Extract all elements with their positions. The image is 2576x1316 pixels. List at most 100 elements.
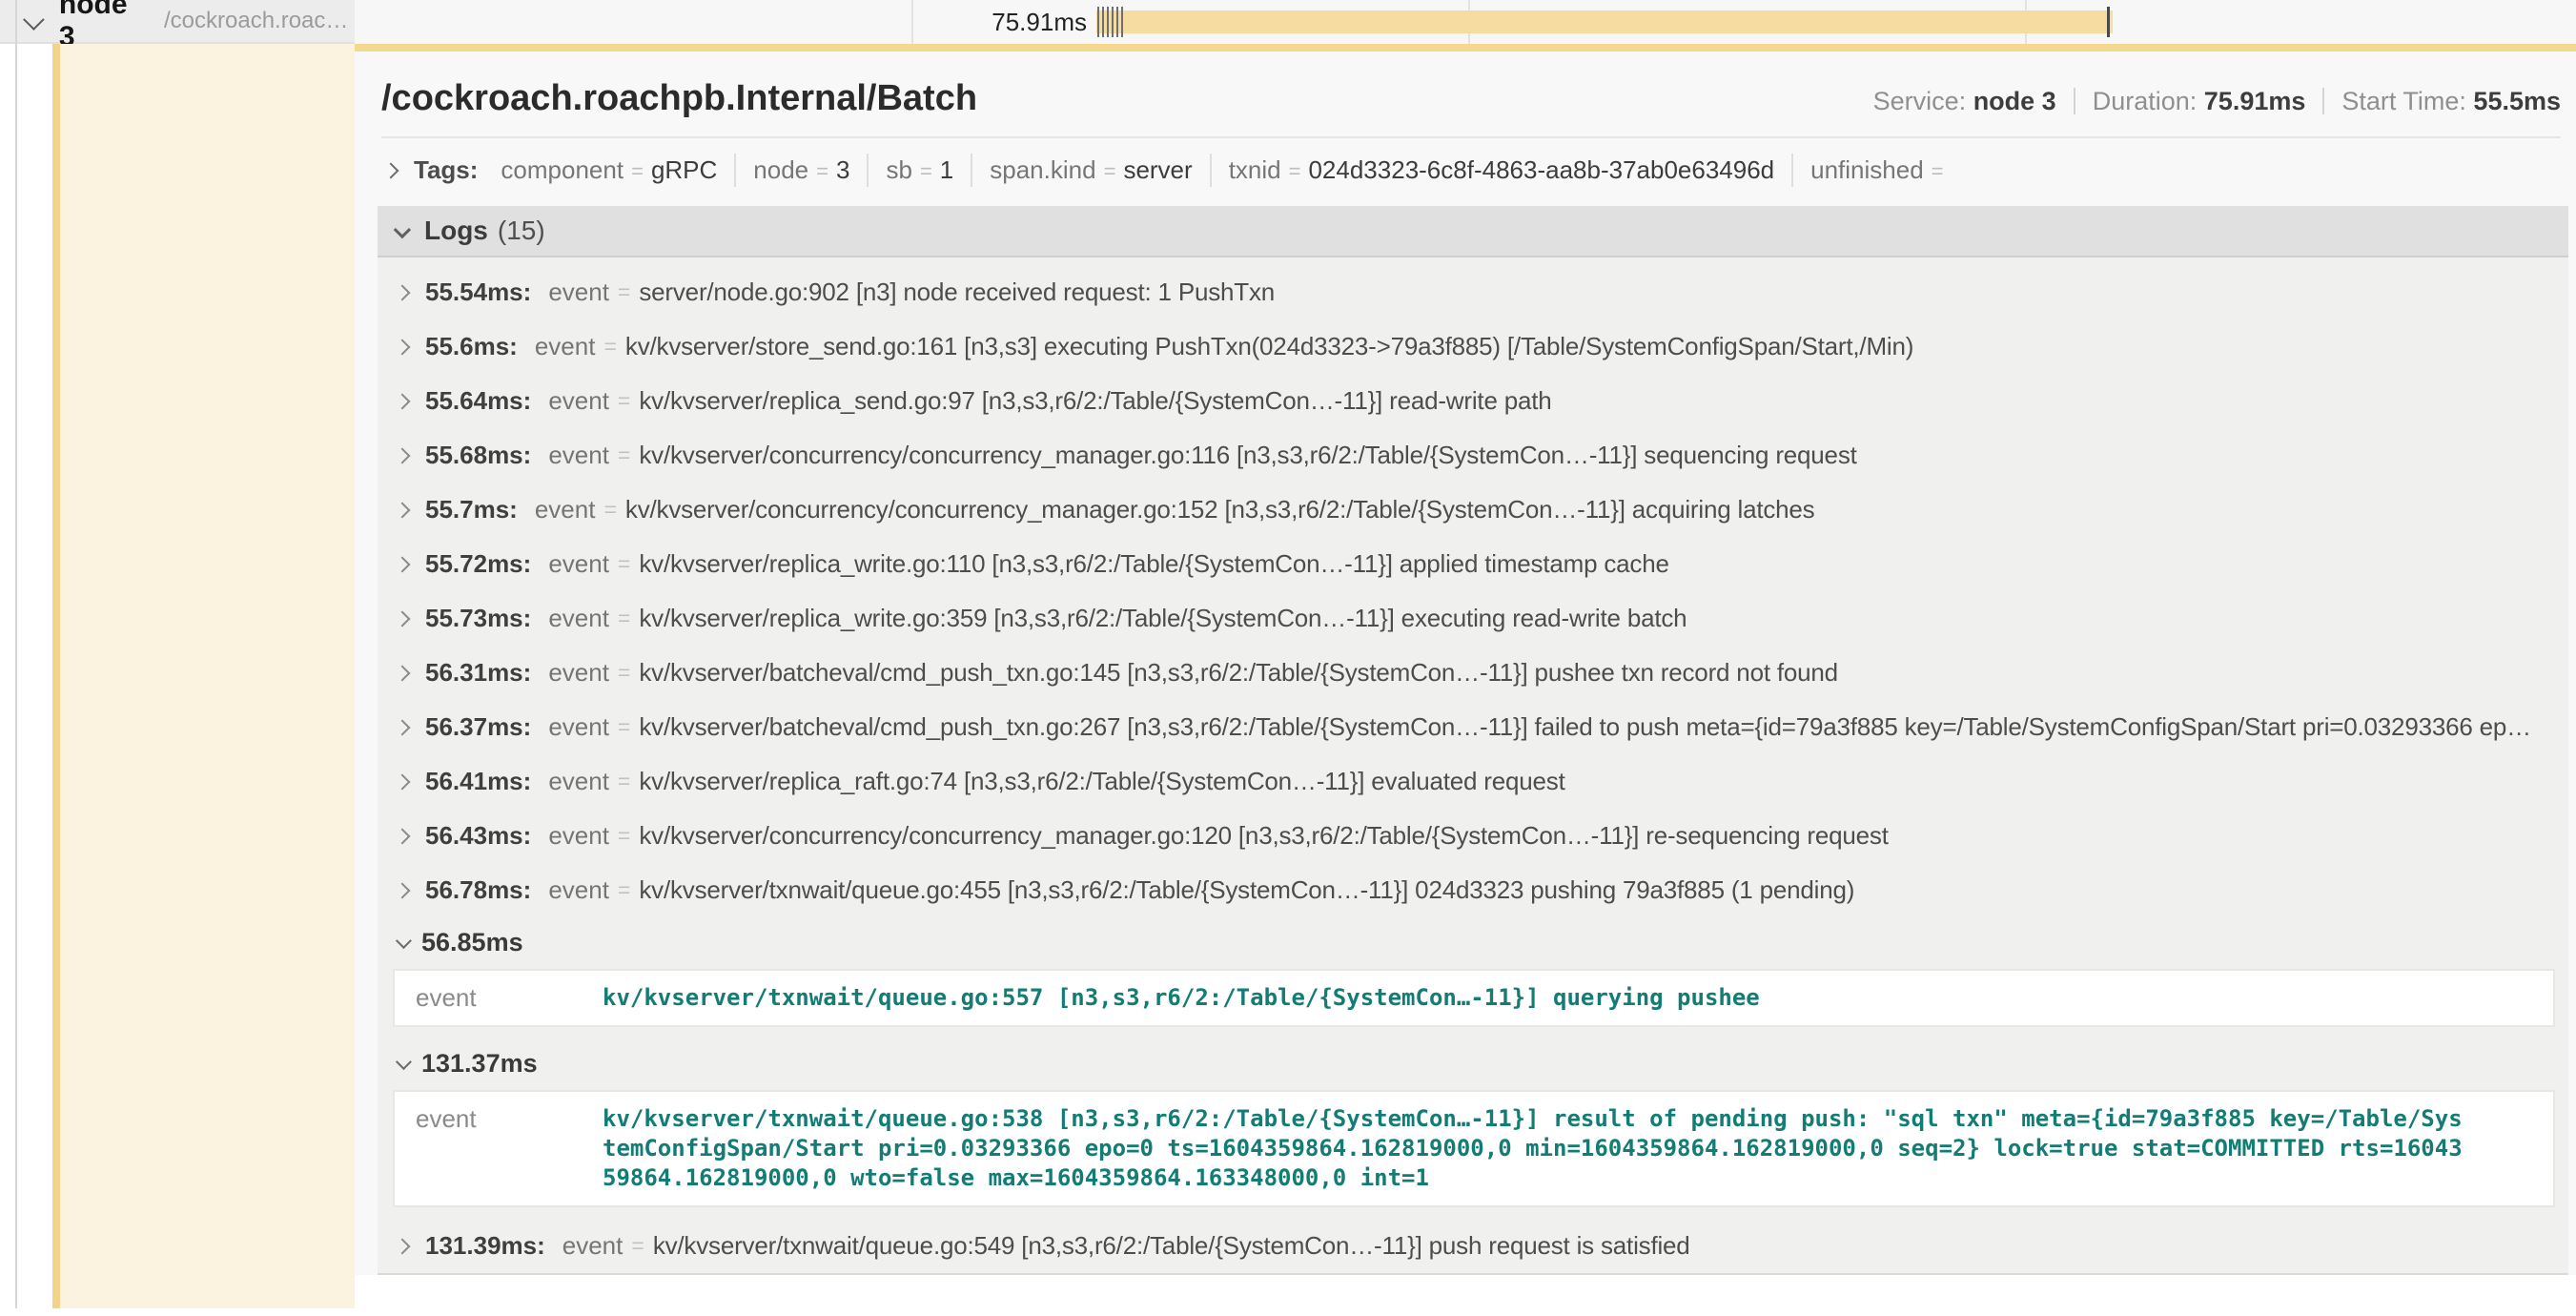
log-row[interactable]: 56.37ms: event = kv/kvserver/batcheval/c… [391, 700, 2566, 754]
log-expand-chevron-icon[interactable] [395, 665, 411, 681]
equals-sign: = [618, 769, 630, 794]
log-expand-chevron-icon[interactable] [395, 502, 411, 518]
tag-key: span.kind [990, 155, 1095, 184]
log-field-value: kv/kvserver/concurrency/concurrency_mana… [639, 821, 1888, 851]
log-field-value: kv/kvserver/batcheval/cmd_push_txn.go:14… [639, 658, 1838, 688]
log-field-key: event [535, 495, 596, 524]
log-timestamp: 56.41ms: [425, 767, 531, 796]
log-timestamp: 55.54ms: [425, 278, 531, 307]
tags-section[interactable]: Tags: component=gRPC node=3 sb=1 span.ki… [355, 138, 2576, 198]
log-field-value: server/node.go:902 [n3] node received re… [639, 278, 1275, 307]
log-field-key: event [548, 549, 609, 579]
tags-expand-chevron-icon[interactable] [383, 162, 399, 178]
log-row[interactable]: 55.73ms: event = kv/kvserver/replica_wri… [391, 591, 2566, 646]
log-expand-chevron-icon[interactable] [395, 284, 411, 300]
log-row[interactable]: 131.39ms: event = kv/kvserver/txnwait/qu… [391, 1219, 2566, 1273]
span-accent-stripe [52, 44, 60, 1308]
duration-label: 75.91ms [355, 0, 1087, 44]
log-timestamp: 55.64ms: [425, 386, 531, 416]
log-row[interactable]: 55.54ms: event = server/node.go:902 [n3]… [391, 265, 2566, 319]
duration-meta-label: Duration: [2093, 87, 2198, 115]
equals-sign: = [618, 606, 630, 631]
log-expand-chevron-icon[interactable] [395, 773, 411, 790]
log-field-value: kv/kvserver/txnwait/queue.go:455 [n3,s3,… [639, 875, 1854, 905]
meta-divider [2074, 88, 2075, 114]
span-name-column[interactable]: node 3 /cockroach.roach… [0, 0, 355, 44]
log-row[interactable]: 56.78ms: event = kv/kvserver/txnwait/que… [391, 863, 2566, 917]
kv-value: kv/kvserver/txnwait/queue.go:557 [n3,s3,… [603, 983, 2469, 1013]
log-expand-chevron-icon[interactable] [395, 610, 411, 627]
log-expand-chevron-icon[interactable] [395, 1238, 411, 1254]
tag-value: gRPC [651, 155, 717, 184]
kv-value: kv/kvserver/txnwait/queue.go:538 [n3,s3,… [603, 1104, 2469, 1193]
tag-key: txnid [1229, 155, 1281, 184]
equals-sign: = [1289, 159, 1301, 183]
log-field-value: kv/kvserver/concurrency/concurrency_mana… [639, 441, 1856, 470]
duration-meta-value: 75.91ms [2204, 87, 2306, 115]
left-gutter [0, 44, 52, 1308]
log-row[interactable]: 55.68ms: event = kv/kvserver/concurrency… [391, 428, 2566, 483]
log-timestamp: 55.7ms: [425, 495, 518, 524]
logs-collapse-chevron-icon[interactable] [394, 220, 411, 237]
log-expanded-header[interactable]: 131.37ms [391, 1038, 2566, 1088]
logs-header[interactable]: Logs (15) [378, 206, 2568, 257]
log-row[interactable]: 56.41ms: event = kv/kvserver/replica_raf… [391, 754, 2566, 809]
equals-sign: = [618, 388, 630, 414]
equals-sign: = [618, 551, 630, 577]
log-expand-chevron-icon[interactable] [395, 882, 411, 898]
log-expand-chevron-icon[interactable] [395, 828, 411, 844]
log-timestamp: 56.85ms [421, 928, 523, 957]
log-field-value: kv/kvserver/replica_send.go:97 [n3,s3,r6… [639, 386, 1551, 416]
log-marker [1102, 7, 1104, 37]
tag-item: sb=1 [867, 154, 971, 187]
log-row[interactable]: 55.64ms: event = kv/kvserver/replica_sen… [391, 374, 2566, 428]
log-timestamp: 56.43ms: [425, 821, 531, 851]
tree-indent-line [15, 0, 17, 1308]
span-bar[interactable] [1096, 10, 2113, 33]
log-field-value: kv/kvserver/replica_raft.go:74 [n3,s3,r6… [639, 767, 1564, 796]
span-meta: Service: node 3Duration: 75.91msStart Ti… [1873, 87, 2561, 116]
meta-divider [2322, 88, 2324, 114]
log-expand-chevron-icon[interactable] [395, 339, 411, 355]
log-field-key: event [548, 604, 609, 633]
log-timestamp: 55.73ms: [425, 604, 531, 633]
log-collapse-chevron-icon[interactable] [396, 933, 412, 949]
equals-sign: = [618, 823, 630, 849]
log-expand-chevron-icon[interactable] [395, 447, 411, 463]
log-field-value: kv/kvserver/batcheval/cmd_push_txn.go:26… [639, 712, 2531, 742]
equals-sign: = [618, 442, 630, 468]
log-field-value: kv/kvserver/replica_write.go:110 [n3,s3,… [639, 549, 1668, 579]
span-tint-column [60, 44, 355, 1308]
log-row[interactable]: 56.43ms: event = kv/kvserver/concurrency… [391, 809, 2566, 863]
logs-title: Logs [424, 216, 488, 246]
start-time-label: Start Time: [2341, 87, 2466, 115]
tag-key: component [501, 155, 624, 184]
log-row[interactable]: 55.72ms: event = kv/kvserver/replica_wri… [391, 537, 2566, 591]
collapse-chevron-icon[interactable] [23, 9, 45, 31]
equals-sign: = [920, 159, 932, 183]
log-field-key: event [548, 278, 609, 307]
tag-item: node=3 [734, 154, 867, 187]
log-expand-chevron-icon[interactable] [395, 393, 411, 409]
log-collapse-chevron-icon[interactable] [396, 1054, 412, 1070]
timeline-area: 75.91ms [355, 0, 2576, 44]
log-expanded-header[interactable]: 56.85ms [391, 917, 2566, 967]
log-row[interactable]: 56.31ms: event = kv/kvserver/batcheval/c… [391, 646, 2566, 700]
log-timestamp: 55.68ms: [425, 441, 531, 470]
log-expand-chevron-icon[interactable] [395, 556, 411, 572]
log-timestamp: 56.78ms: [425, 875, 531, 905]
log-marker [1121, 7, 1123, 37]
equals-sign: = [631, 1233, 644, 1259]
log-field-key: event [548, 875, 609, 905]
equals-sign: = [618, 877, 630, 903]
equals-sign: = [618, 714, 630, 740]
log-expand-chevron-icon[interactable] [395, 719, 411, 735]
log-row[interactable]: 55.6ms: event = kv/kvserver/store_send.g… [391, 319, 2566, 374]
tag-item: txnid=024d3323-6c8f-4863-aa8b-37ab0e6349… [1210, 154, 1791, 187]
equals-sign: = [618, 660, 630, 686]
equals-sign: = [1932, 159, 1944, 183]
span-row[interactable]: node 3 /cockroach.roach… 75.91ms [0, 0, 2576, 44]
tag-item: unfinished= [1791, 154, 1968, 187]
span-detail-panel: /cockroach.roachpb.Internal/Batch Servic… [355, 51, 2576, 1275]
log-row[interactable]: 55.7ms: event = kv/kvserver/concurrency/… [391, 483, 2566, 537]
